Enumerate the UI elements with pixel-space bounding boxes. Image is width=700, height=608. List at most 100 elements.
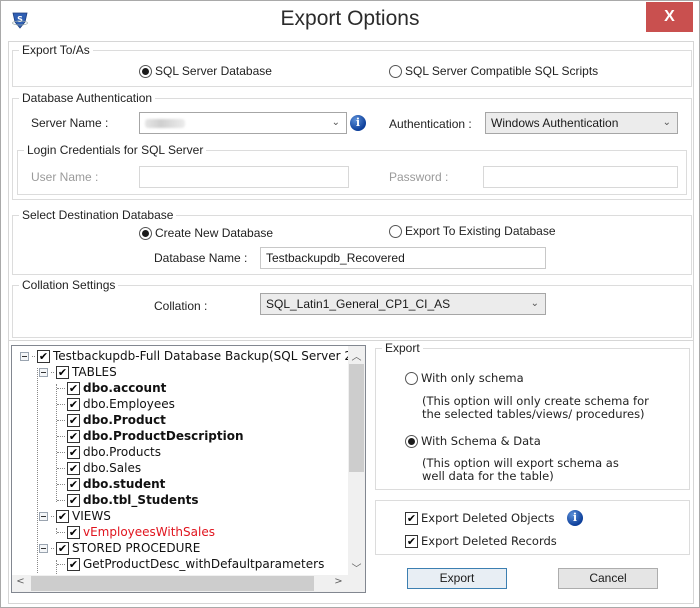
collapse-icon[interactable] [39, 511, 48, 521]
radio-button[interactable] [389, 64, 402, 78]
vertical-scroll-thumb[interactable] [349, 364, 364, 472]
radio-create-new-database[interactable]: Create New Database [139, 226, 273, 240]
collapse-icon[interactable] [39, 367, 48, 377]
tree-horizontal-scrollbar[interactable]: < > [12, 575, 365, 592]
scroll-left-icon[interactable]: < [12, 576, 29, 587]
database-name-label: Database Name : [154, 251, 248, 265]
tree-node[interactable]: ✔ dbo.ProductDescription [57, 428, 244, 444]
db-auth-legend: Database Authentication [19, 91, 156, 105]
radio-button-selected[interactable] [139, 64, 152, 78]
tree-checkbox[interactable]: ✔ [67, 397, 80, 411]
server-name-combo[interactable]: ⌄ [139, 112, 347, 134]
horizontal-scroll-thumb[interactable] [31, 576, 314, 591]
tree-connector [57, 467, 65, 469]
tree-connector [57, 419, 65, 421]
chevron-down-icon[interactable]: ⌄ [663, 113, 671, 133]
tree-node[interactable]: ✔ dbo.tbl_Students [57, 492, 199, 508]
radio-with-only-schema[interactable]: With only schema [405, 371, 524, 385]
tree-connector [57, 499, 65, 501]
radio-button-selected[interactable] [405, 434, 418, 448]
collation-combo[interactable]: SQL_Latin1_General_CP1_CI_AS ⌄ [260, 293, 546, 315]
tree-node[interactable]: ✔ GetProductDesc_withDefaultparameters [57, 556, 324, 572]
radio-sql-server-database[interactable]: SQL Server Database [139, 64, 272, 78]
tree-root-node[interactable]: ✔ Testbackupdb-Full Database Backup(SQL … [20, 348, 360, 364]
tree-connector [32, 355, 35, 357]
radio-label: Export To Existing Database [405, 224, 556, 238]
tree-checkbox[interactable]: ✔ [67, 461, 80, 475]
schema-only-description-line2: the selected tables/views/ procedures) [422, 407, 645, 421]
tree-node-label: dbo.Employees [83, 397, 175, 411]
tree-vertical-scrollbar[interactable]: ︿ ﹀ [348, 346, 365, 577]
username-input[interactable] [139, 166, 349, 188]
radio-button-selected[interactable] [139, 226, 152, 240]
export-to-legend: Export To/As [19, 43, 93, 57]
tree-checkbox[interactable]: ✔ [67, 445, 80, 459]
authentication-combo[interactable]: Windows Authentication ⌄ [485, 112, 678, 134]
tree-node-label: dbo.ProductDescription [83, 429, 244, 443]
export-deleted-records-checkbox[interactable]: ✔ Export Deleted Records [405, 534, 557, 548]
collation-legend: Collation Settings [19, 278, 119, 292]
scroll-down-icon[interactable]: ﹀ [348, 560, 365, 575]
close-button[interactable]: X [646, 2, 693, 32]
tree-connector [57, 435, 65, 437]
server-info-icon[interactable]: i [350, 115, 366, 131]
tree-node[interactable]: ✔ STORED PROCEDURE [39, 540, 200, 556]
radio-label: With only schema [421, 371, 524, 385]
export-deleted-objects-checkbox[interactable]: ✔ Export Deleted Objects [405, 511, 555, 525]
collapse-icon[interactable] [20, 351, 29, 361]
scroll-right-icon[interactable]: > [330, 576, 347, 587]
tree-connector [51, 515, 54, 517]
tree-node[interactable]: ✔ dbo.Products [57, 444, 161, 460]
database-name-input[interactable]: Testbackupdb_Recovered [260, 247, 546, 269]
close-icon: X [664, 8, 675, 25]
deleted-objects-info-icon[interactable]: i [567, 510, 583, 526]
tree-checkbox[interactable]: ✔ [67, 477, 80, 491]
collapse-icon[interactable] [39, 543, 48, 553]
export-button[interactable]: Export [407, 568, 507, 589]
tree-connector [57, 403, 65, 405]
tree-node[interactable]: ✔ dbo.account [57, 380, 166, 396]
destination-legend: Select Destination Database [19, 208, 177, 222]
tree-node-label: TABLES [72, 365, 117, 379]
tree-node[interactable]: ✔ VIEWS [39, 508, 111, 524]
tree-node-label: dbo.student [83, 477, 166, 491]
tree-node-label: dbo.Sales [83, 461, 142, 475]
checkbox-checked[interactable]: ✔ [405, 534, 418, 548]
chevron-down-icon[interactable]: ⌄ [332, 113, 340, 133]
tree-checkbox[interactable]: ✔ [67, 557, 80, 571]
tree-checkbox[interactable]: ✔ [56, 365, 69, 379]
tree-node-label: Testbackupdb-Full Database Backup(SQL Se… [53, 349, 360, 363]
tree-node-label: dbo.Product [83, 413, 166, 427]
radio-with-schema-and-data[interactable]: With Schema & Data [405, 434, 541, 448]
tree-checkbox[interactable]: ✔ [67, 413, 80, 427]
tree-node[interactable]: ✔ dbo.Employees [57, 396, 175, 412]
tree-node[interactable]: ✔ dbo.Product [57, 412, 166, 428]
tree-checkbox[interactable]: ✔ [67, 429, 80, 443]
radio-button[interactable] [389, 224, 402, 238]
login-credentials-legend: Login Credentials for SQL Server [24, 143, 207, 157]
tree-checkbox[interactable]: ✔ [56, 509, 69, 523]
checkbox-checked[interactable]: ✔ [405, 511, 418, 525]
tree-connector [57, 483, 65, 485]
tree-checkbox[interactable]: ✔ [67, 525, 80, 539]
dialog-title: Export Options [280, 7, 420, 30]
radio-sql-scripts[interactable]: SQL Server Compatible SQL Scripts [389, 64, 598, 78]
tree-checkbox[interactable]: ✔ [67, 493, 80, 507]
username-label: User Name : [31, 170, 99, 184]
tree-node[interactable]: ✔ dbo.Sales [57, 460, 141, 476]
tree-node[interactable]: ✔ vEmployeesWithSales [57, 524, 215, 540]
tree-checkbox[interactable]: ✔ [56, 541, 69, 555]
tree-node-label: dbo.tbl_Students [83, 493, 199, 507]
export-mode-legend: Export [382, 341, 423, 355]
password-input[interactable] [483, 166, 678, 188]
tree-node[interactable]: ✔ TABLES [39, 364, 117, 380]
database-objects-tree[interactable]: ✔ Testbackupdb-Full Database Backup(SQL … [11, 345, 366, 593]
cancel-button[interactable]: Cancel [558, 568, 658, 589]
chevron-down-icon[interactable]: ⌄ [531, 294, 539, 314]
tree-checkbox[interactable]: ✔ [67, 381, 80, 395]
tree-checkbox[interactable]: ✔ [37, 349, 50, 363]
scroll-up-icon[interactable]: ︿ [348, 348, 365, 363]
radio-export-existing-database[interactable]: Export To Existing Database [389, 224, 556, 238]
radio-button[interactable] [405, 371, 418, 385]
tree-node[interactable]: ✔ dbo.student [57, 476, 165, 492]
